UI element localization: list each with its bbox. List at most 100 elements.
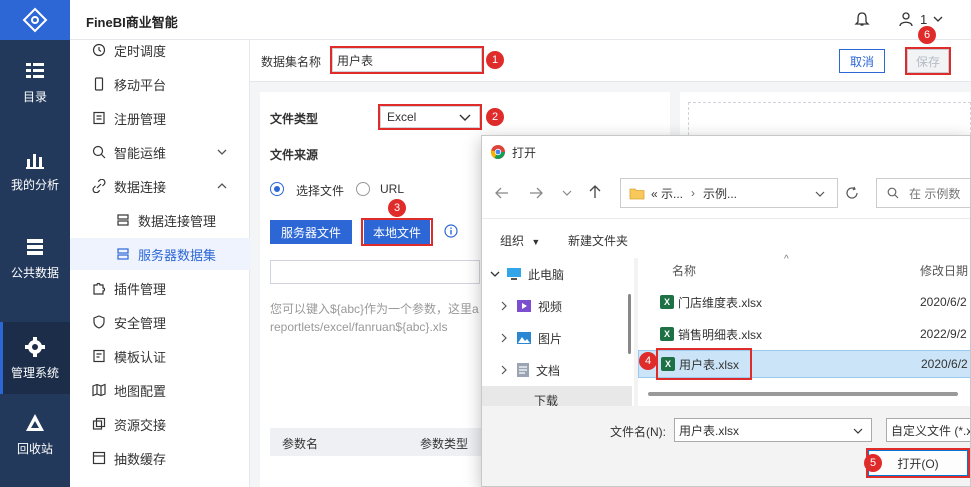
nav-item-recycle-bin[interactable]: 回收站	[0, 398, 70, 470]
chevron-down-icon	[459, 114, 471, 121]
up-arrow-icon[interactable]	[588, 184, 602, 200]
dialog-search-input[interactable]: 在 示例数	[876, 178, 970, 208]
file-list-scrollbar[interactable]	[648, 392, 958, 396]
step-badge: 1	[486, 51, 504, 69]
col-param-name: 参数名	[282, 437, 319, 451]
file-type-filter[interactable]: 自定义文件 (*.x	[886, 418, 970, 442]
chevron-down-icon[interactable]	[815, 190, 825, 198]
new-folder-button[interactable]: 新建文件夹	[568, 232, 628, 249]
organize-label: 组织	[500, 234, 525, 248]
dataset-name-input[interactable]: 用户表	[332, 48, 482, 72]
tree-item-pictures[interactable]: 图片	[482, 322, 632, 354]
tree-scrollbar[interactable]	[628, 294, 631, 354]
tree-item-downloads[interactable]: 下载	[482, 386, 632, 408]
chevron-down-icon[interactable]	[490, 270, 500, 278]
brand-title: FineBI商业智能	[86, 15, 178, 30]
file-path-input[interactable]	[270, 260, 480, 284]
sidebar-item-connection-management[interactable]: 数据连接管理	[70, 204, 250, 236]
sidebar-item-security[interactable]: 安全管理	[70, 306, 250, 338]
chevron-right-icon[interactable]	[500, 301, 508, 311]
file-row-selected[interactable]: X 用户表.xlsx 2020/6/2	[638, 350, 970, 378]
radio-select-file[interactable]	[270, 182, 284, 196]
chevron-down-icon[interactable]	[562, 189, 572, 197]
nav-item-public-data[interactable]: 公共数据	[0, 222, 70, 294]
connection-icon	[117, 214, 129, 226]
user-name: 1	[920, 11, 928, 27]
step-badge: 6	[918, 26, 936, 44]
radio-url-label: URL	[380, 182, 405, 196]
chrome-icon	[490, 145, 505, 159]
folder-tree: 此电脑 视频 图片 文档 下载	[482, 258, 634, 408]
clock-icon	[92, 43, 106, 57]
hint-line: reportlets/excel/fanruan${abc}.xls	[270, 320, 448, 334]
sidebar-item-extract-cache[interactable]: 抽数缓存	[70, 442, 250, 474]
dataset-name-label: 数据集名称	[261, 55, 322, 69]
excel-file-icon: X	[660, 327, 674, 341]
caret-down-icon: ▼	[531, 237, 541, 247]
bell-icon[interactable]	[854, 11, 870, 27]
sidebar-item-label: 服务器数据集	[138, 247, 217, 263]
dialog-command-bar: 组织 ▼ 新建文件夹	[482, 218, 970, 258]
sidebar-item-schedule[interactable]: 定时调度	[70, 34, 250, 66]
local-file-button[interactable]: 本地文件	[364, 220, 430, 244]
sidebar-item-plugins[interactable]: 插件管理	[70, 272, 250, 304]
nav-item-admin-system[interactable]: 管理系统	[0, 322, 70, 394]
file-name: 销售明细表.xlsx	[678, 327, 763, 342]
file-date: 2020/6/2	[921, 357, 968, 371]
col-date-header[interactable]: 修改日期	[920, 262, 968, 279]
sidebar-item-label: 地图配置	[114, 383, 167, 399]
file-row[interactable]: X 门店维度表.xlsx 2020/6/2	[638, 288, 970, 316]
tree-item-videos[interactable]: 视频	[482, 290, 632, 322]
file-name: 用户表.xlsx	[679, 357, 740, 372]
app-logo[interactable]	[0, 0, 70, 40]
nav-item-catalog[interactable]: 目录	[0, 46, 70, 118]
chevron-down-icon	[933, 16, 943, 22]
address-part[interactable]: 示例...	[703, 185, 737, 202]
address-part[interactable]: « 示...	[651, 185, 683, 202]
refresh-icon[interactable]	[845, 186, 859, 200]
step-badge: 4	[639, 352, 657, 370]
sidebar-item-data-connection[interactable]: 数据连接	[70, 170, 250, 202]
chevron-right-icon[interactable]	[500, 365, 508, 375]
cancel-button[interactable]: 取消	[839, 49, 885, 73]
server-file-button[interactable]: 服务器文件	[270, 220, 352, 244]
sidebar-item-label: 定时调度	[114, 43, 167, 59]
address-box[interactable]: « 示... › 示例...	[620, 178, 838, 208]
cache-icon	[92, 451, 106, 465]
tree-item-documents[interactable]: 文档	[482, 354, 632, 386]
tree-item-label: 此电脑	[528, 267, 565, 282]
col-name-header[interactable]: 名称	[672, 262, 696, 279]
nav-item-my-analysis[interactable]: 我的分析	[0, 134, 70, 206]
radio-url[interactable]	[356, 182, 370, 196]
forward-arrow-icon[interactable]	[528, 186, 544, 200]
filename-input[interactable]: 用户表.xlsx	[674, 418, 872, 442]
sidebar-item-mobile[interactable]: 移动平台	[70, 68, 250, 100]
sidebar-item-label: 模板认证	[114, 349, 167, 365]
sidebar-item-label: 抽数缓存	[114, 451, 167, 467]
sidebar-item-server-dataset[interactable]: 服务器数据集	[70, 238, 250, 270]
sidebar-item-template-auth[interactable]: 模板认证	[70, 340, 250, 372]
sidebar-item-ops[interactable]: 智能运维	[70, 136, 250, 168]
sort-caret-icon: ^	[784, 254, 789, 265]
chevron-down-icon[interactable]	[853, 427, 863, 435]
dataset-toolbar: 数据集名称 用户表 1 取消 保存 6	[250, 26, 971, 82]
sidebar-item-registration[interactable]: 注册管理	[70, 102, 250, 134]
nav-label: 管理系统	[10, 365, 59, 380]
save-button[interactable]: 保存	[907, 49, 949, 73]
search-placeholder: 在 示例数	[909, 186, 961, 201]
nav-label: 回收站	[16, 441, 53, 456]
dialog-footer: 文件名(N): 用户表.xlsx 自定义文件 (*.x 打开(O) 5	[482, 406, 970, 486]
pictures-folder-icon	[517, 332, 531, 344]
user-menu[interactable]: 1	[898, 11, 943, 27]
sidebar-item-resource-handover[interactable]: 资源交接	[70, 408, 250, 440]
nav-label: 我的分析	[10, 177, 59, 192]
tree-item-this-pc[interactable]: 此电脑	[482, 258, 632, 290]
info-icon[interactable]	[444, 224, 458, 238]
file-type-select[interactable]: Excel	[380, 106, 480, 128]
chevron-right-icon[interactable]	[500, 333, 508, 343]
file-row[interactable]: X 销售明细表.xlsx 2022/9/2	[638, 320, 970, 348]
sidebar-item-map-config[interactable]: 地图配置	[70, 374, 250, 406]
organize-menu[interactable]: 组织 ▼	[500, 232, 540, 249]
open-button[interactable]: 打开(O)	[868, 450, 968, 476]
back-arrow-icon[interactable]	[494, 186, 510, 200]
